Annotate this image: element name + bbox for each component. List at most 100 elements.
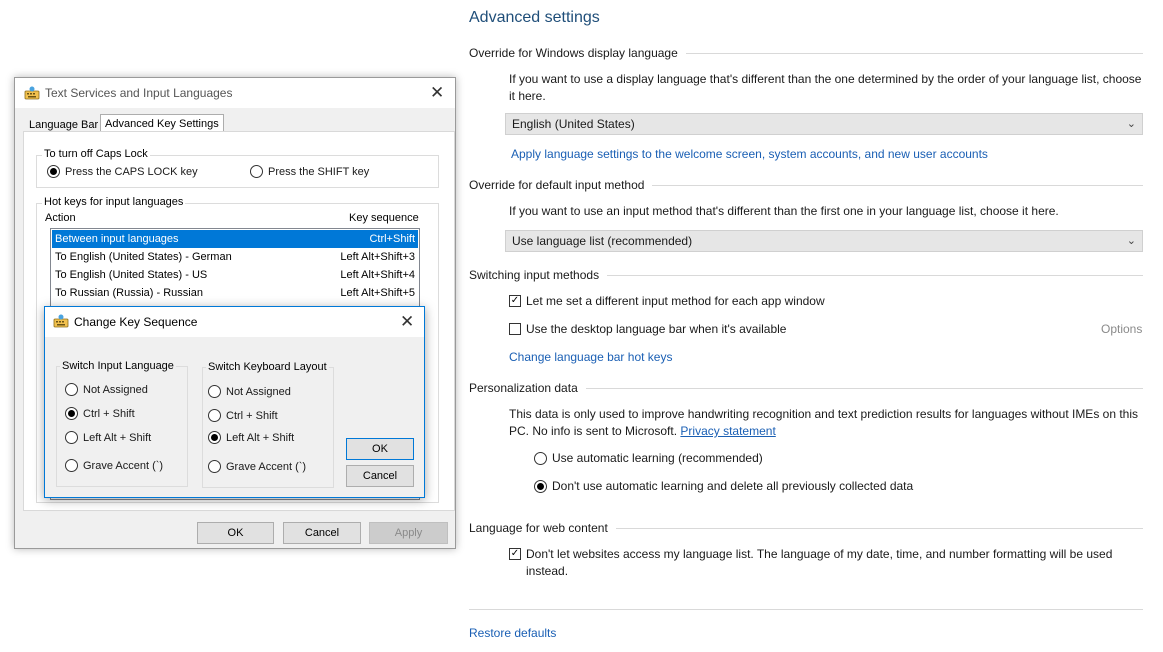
automatic-learning-radio[interactable]	[534, 451, 547, 465]
table-row[interactable]: Between input languages Ctrl+Shift	[52, 230, 418, 248]
personalization-description: This data is only used to improve handwr…	[509, 406, 1145, 440]
column-header-key-sequence: Key sequence	[349, 212, 419, 224]
radio-label: Left Alt + Shift	[83, 431, 152, 444]
input-language-radio[interactable]	[65, 459, 78, 472]
shift-key-radio[interactable]	[250, 165, 263, 178]
ok-button[interactable]: OK	[197, 522, 274, 544]
group-label: Hot keys for input languages	[42, 196, 186, 208]
table-row[interactable]: To Russian (Russia) - Russian Left Alt+S…	[52, 284, 418, 302]
automatic-learning-option[interactable]: Use automatic learning (recommended)	[534, 451, 763, 465]
keyboard-layout-option[interactable]: Left Alt + Shift	[208, 431, 294, 444]
section-heading: Language for web content	[469, 521, 608, 535]
cancel-button[interactable]: Cancel	[283, 522, 361, 544]
tab-advanced-key-settings[interactable]: Advanced Key Settings	[100, 114, 224, 132]
dropdown-value: Use language list (recommended)	[512, 234, 693, 248]
desktop-language-bar-checkbox[interactable]	[509, 323, 521, 335]
table-row[interactable]: To English (United States) - US Left Alt…	[52, 266, 418, 284]
input-method-description: If you want to use an input method that'…	[509, 204, 1059, 218]
divider	[585, 387, 1143, 389]
tab-language-bar[interactable]: Language Bar	[25, 118, 102, 132]
no-automatic-learning-radio[interactable]	[534, 479, 547, 493]
change-key-sequence-dialog: Change Key Sequence ✕ Switch Input Langu…	[44, 306, 425, 498]
no-automatic-learning-option[interactable]: Don't use automatic learning and delete …	[534, 479, 913, 493]
radio-label: Grave Accent (`)	[226, 460, 307, 473]
group-label: Switch Input Language	[60, 360, 176, 372]
checkbox-label: Don't let websites access my language li…	[526, 547, 1113, 578]
input-language-radio[interactable]	[65, 407, 78, 420]
keyboard-layout-radio[interactable]	[208, 460, 221, 473]
divider	[469, 609, 1143, 610]
input-language-radio[interactable]	[65, 431, 78, 444]
group-label: Switch Keyboard Layout	[206, 361, 329, 373]
input-language-option[interactable]: Ctrl + Shift	[65, 407, 135, 420]
page-title: Advanced settings	[469, 9, 600, 26]
section-heading: Override for Windows display language	[469, 46, 678, 60]
keyboard-layout-radio[interactable]	[208, 431, 221, 444]
privacy-statement-link[interactable]: Privacy statement	[680, 424, 775, 438]
divider	[607, 274, 1143, 276]
cancel-button[interactable]: Cancel	[346, 465, 414, 487]
ok-button[interactable]: OK	[346, 438, 414, 460]
keyboard-app-icon	[53, 314, 69, 328]
caps-lock-key-option[interactable]: Press the CAPS LOCK key	[47, 165, 198, 178]
keyboard-layout-radio[interactable]	[208, 409, 221, 422]
restore-defaults-link[interactable]: Restore defaults	[469, 626, 556, 640]
per-app-input-checkbox[interactable]: ✓	[509, 295, 521, 307]
divider	[652, 184, 1143, 186]
shift-key-option[interactable]: Press the SHIFT key	[250, 165, 369, 178]
radio-label: Grave Accent (`)	[83, 459, 164, 472]
keyboard-layout-option[interactable]: Not Assigned	[208, 385, 291, 398]
display-language-description: If you want to use a display language th…	[509, 72, 1142, 103]
section-heading: Switching input methods	[469, 268, 600, 282]
section-heading: Override for default input method	[469, 178, 645, 192]
group-label: To turn off Caps Lock	[42, 148, 150, 160]
row-key: Left Alt+Shift+4	[340, 269, 415, 281]
section-heading: Personalization data	[469, 381, 578, 395]
input-method-dropdown[interactable]: Use language list (recommended) ⌄	[505, 230, 1143, 252]
dialog-titlebar: Text Services and Input Languages ✕	[15, 78, 455, 108]
divider	[615, 527, 1143, 529]
description-text: This data is only used to improve handwr…	[509, 407, 1139, 438]
dialog-titlebar: Change Key Sequence ✕	[45, 307, 424, 337]
input-language-option[interactable]: Not Assigned	[65, 383, 148, 396]
apply-language-settings-link[interactable]: Apply language settings to the welcome s…	[511, 147, 988, 161]
radio-label: Press the CAPS LOCK key	[65, 165, 198, 178]
keyboard-layout-radio[interactable]	[208, 385, 221, 398]
row-action: To English (United States) - German	[55, 251, 232, 263]
row-key: Left Alt+Shift+3	[340, 251, 415, 263]
section-input-method: Override for default input method	[469, 177, 1143, 193]
per-app-input-checkbox-row[interactable]: ✓ Let me set a different input method fo…	[509, 293, 825, 310]
row-action: To Russian (Russia) - Russian	[55, 287, 203, 299]
keyboard-layout-option[interactable]: Ctrl + Shift	[208, 409, 278, 422]
checkbox-label: Use the desktop language bar when it's a…	[526, 322, 787, 336]
table-row[interactable]: To English (United States) - German Left…	[52, 248, 418, 266]
web-language-list-checkbox-row[interactable]: ✓ Don't let websites access my language …	[509, 546, 1129, 580]
keyboard-layout-option[interactable]: Grave Accent (`)	[208, 460, 306, 473]
dialog-title: Change Key Sequence	[74, 315, 198, 329]
change-hot-keys-link[interactable]: Change language bar hot keys	[509, 350, 672, 364]
options-link[interactable]: Options	[1101, 322, 1142, 336]
close-icon[interactable]: ✕	[400, 313, 414, 330]
input-language-option[interactable]: Grave Accent (`)	[65, 459, 163, 472]
close-icon[interactable]: ✕	[430, 84, 444, 101]
section-switching: Switching input methods	[469, 267, 1143, 283]
radio-label: Not Assigned	[83, 383, 148, 396]
web-language-list-checkbox[interactable]: ✓	[509, 548, 521, 560]
chevron-down-icon: ⌄	[1126, 118, 1136, 130]
radio-label: Ctrl + Shift	[83, 407, 135, 420]
section-personalization: Personalization data	[469, 380, 1143, 396]
column-header-action: Action	[45, 212, 76, 224]
input-language-option[interactable]: Left Alt + Shift	[65, 431, 151, 444]
desktop-language-bar-checkbox-row[interactable]: Use the desktop language bar when it's a…	[509, 321, 786, 338]
radio-label: Left Alt + Shift	[226, 431, 295, 444]
input-language-radio[interactable]	[65, 383, 78, 396]
chevron-down-icon: ⌄	[1126, 235, 1136, 247]
caps-lock-key-radio[interactable]	[47, 165, 60, 178]
row-key: Ctrl+Shift	[369, 233, 415, 245]
display-language-dropdown[interactable]: English (United States) ⌄	[505, 113, 1143, 135]
radio-label: Press the SHIFT key	[268, 165, 370, 178]
radio-label: Don't use automatic learning and delete …	[552, 479, 914, 493]
apply-button[interactable]: Apply	[369, 522, 448, 544]
dropdown-value: English (United States)	[512, 117, 635, 131]
section-web-content: Language for web content	[469, 520, 1143, 536]
